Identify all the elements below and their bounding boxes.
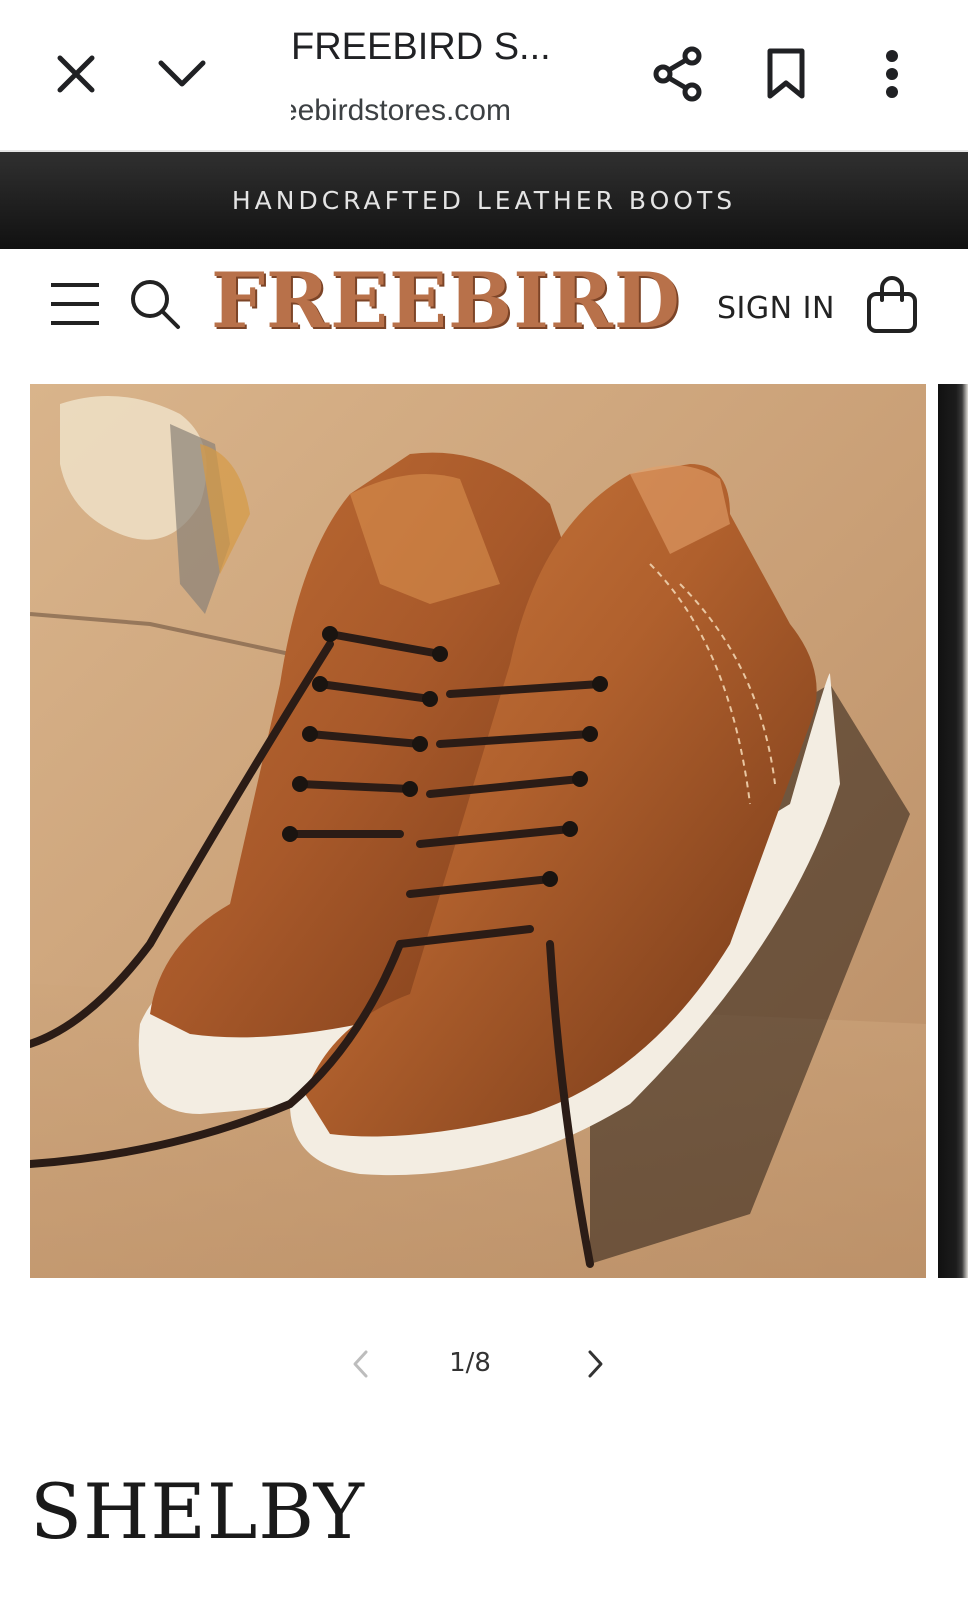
close-icon[interactable] [48, 46, 104, 102]
page-title: FREEBIRD S... [291, 26, 551, 68]
browser-toolbar: FREEBIRD S... freebirdstores.com [0, 0, 968, 152]
slide-counter: 1/8 [449, 1348, 491, 1378]
bookmark-icon[interactable] [758, 44, 814, 104]
sign-in-link[interactable]: SIGN IN [717, 291, 835, 326]
site-header: FREEBIRD SIGN IN [0, 249, 968, 377]
announcement-text: HANDCRAFTED LEATHER BOOTS [231, 186, 737, 215]
search-icon[interactable] [126, 275, 184, 333]
chevron-right-icon[interactable] [582, 1344, 610, 1384]
carousel-pager: 1/8 [0, 1336, 968, 1396]
announcement-bar: HANDCRAFTED LEATHER BOOTS [0, 152, 968, 249]
chevron-left-icon[interactable] [346, 1344, 374, 1384]
chevron-down-icon[interactable] [154, 46, 210, 102]
product-image[interactable] [30, 384, 926, 1278]
product-title: SHELBY [30, 1467, 365, 1556]
more-vert-icon[interactable] [868, 44, 916, 104]
product-photo [30, 384, 926, 1278]
brand-logo[interactable]: FREEBIRD [211, 263, 681, 339]
shopping-bag-icon[interactable] [864, 275, 920, 335]
page-url[interactable]: freebirdstores.com [291, 94, 511, 128]
menu-icon[interactable] [46, 275, 104, 333]
share-icon[interactable] [648, 44, 708, 104]
next-slide-preview[interactable] [938, 384, 968, 1278]
